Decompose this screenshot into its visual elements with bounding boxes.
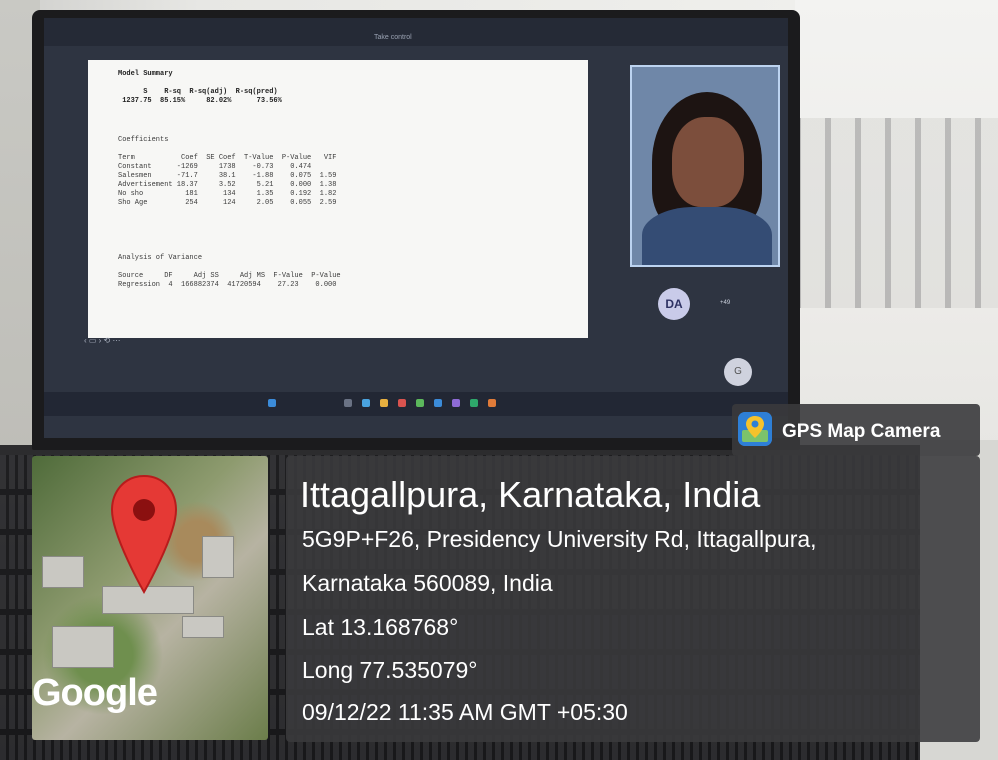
photo-scene: Take control Model Summary S R-sq R-sq(a… bbox=[0, 0, 998, 760]
latitude-text: Lat 13.168768° bbox=[302, 614, 459, 640]
address-line-1: 5G9P+F26, Presidency University Rd, Itta… bbox=[302, 526, 817, 552]
window-blinds bbox=[795, 118, 998, 308]
meeting-title: Take control bbox=[374, 34, 412, 41]
windows-taskbar bbox=[44, 392, 788, 416]
gps-map-camera-icon bbox=[738, 412, 772, 446]
laptop-screen: Take control Model Summary S R-sq R-sq(a… bbox=[44, 18, 788, 438]
participant-face bbox=[672, 117, 744, 207]
coefficients-table: Coefficients Term Coef SE Coef T-Value P… bbox=[118, 136, 337, 207]
participant-video-tile[interactable] bbox=[630, 65, 780, 267]
participant-avatar[interactable]: DA bbox=[658, 288, 690, 320]
map-building bbox=[182, 616, 224, 638]
address-line-2: Karnataka 560089, India bbox=[302, 570, 553, 596]
location-pin-icon bbox=[110, 474, 178, 594]
map-brand-label: Google bbox=[32, 672, 158, 714]
taskbar-app-icon[interactable] bbox=[344, 399, 352, 407]
longitude-text: Long 77.535079° bbox=[302, 657, 478, 683]
map-building bbox=[42, 556, 84, 588]
self-avatar[interactable]: G bbox=[724, 358, 752, 386]
taskbar-app-icon[interactable] bbox=[488, 399, 496, 407]
model-summary: Model Summary S R-sq R-sq(adj) R-sq(pred… bbox=[118, 70, 282, 105]
meeting-top-bar: Take control bbox=[44, 18, 788, 46]
meeting-controls[interactable]: ‹ ▭ › ⟲ ⋯ bbox=[84, 336, 204, 350]
taskbar-app-icon[interactable] bbox=[416, 399, 424, 407]
map-building bbox=[202, 536, 234, 578]
shared-document: Model Summary S R-sq R-sq(adj) R-sq(pred… bbox=[88, 60, 588, 338]
place-title: Ittagallpura, Karnataka, India bbox=[300, 474, 761, 515]
more-participants[interactable]: +49 bbox=[720, 300, 730, 306]
anova-table: Analysis of Variance Source DF Adj SS Ad… bbox=[118, 254, 341, 289]
taskbar-app-icon[interactable] bbox=[380, 399, 388, 407]
taskbar-app-icon[interactable] bbox=[470, 399, 478, 407]
datetime-text: 09/12/22 11:35 AM GMT +05:30 bbox=[302, 699, 628, 725]
map-building bbox=[52, 626, 114, 668]
gps-app-name: GPS Map Camera bbox=[782, 421, 941, 442]
taskbar-app-icon[interactable] bbox=[362, 399, 370, 407]
taskbar-app-icon[interactable] bbox=[434, 399, 442, 407]
taskbar-app-icon[interactable] bbox=[452, 399, 460, 407]
participant-shirt bbox=[642, 207, 772, 265]
taskbar-app-icon[interactable] bbox=[398, 399, 406, 407]
start-icon[interactable] bbox=[268, 399, 276, 407]
